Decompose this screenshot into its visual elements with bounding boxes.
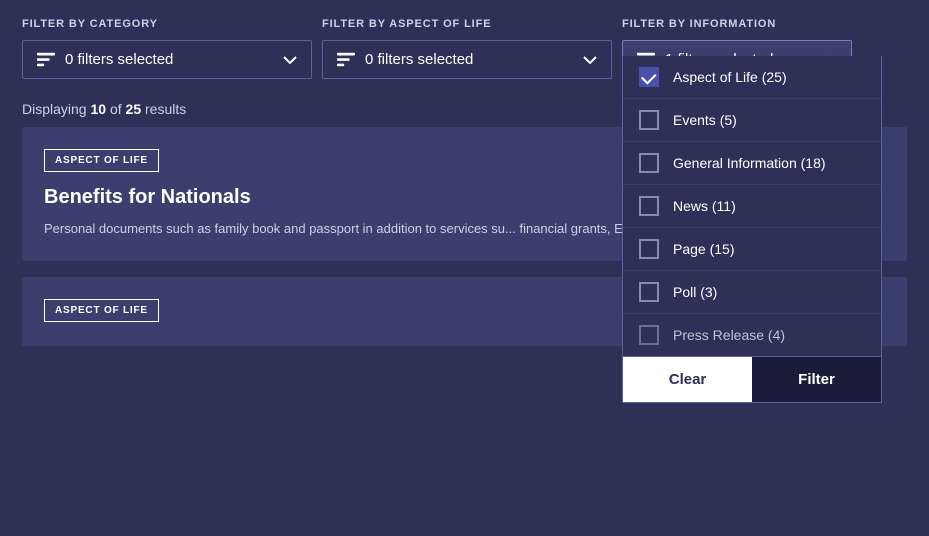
filter-aspect-dropdown[interactable]: 0 filters selected: [322, 40, 612, 79]
of-label: of: [106, 101, 125, 117]
filter-group-category: FILTER BY CATEGORY 0 filters selected: [22, 18, 312, 79]
dropdown-label-press-release: Press Release (4): [673, 327, 785, 344]
dropdown-label-events: Events (5): [673, 112, 737, 129]
chevron-down-icon: [283, 55, 297, 65]
dropdown-label-news: News (11): [673, 198, 736, 215]
filter-aspect-label: FILTER BY ASPECT OF LIFE: [322, 18, 612, 30]
checkbox-aspect-of-life[interactable]: [639, 67, 659, 87]
dropdown-label-poll: Poll (3): [673, 284, 717, 301]
information-dropdown-panel: Aspect of Life (25) Events (5) General I…: [622, 56, 882, 403]
dropdown-options-list: Aspect of Life (25) Events (5) General I…: [623, 56, 881, 356]
filter-icon-2: [337, 52, 355, 68]
checkbox-poll[interactable]: [639, 282, 659, 302]
checkbox-general-info[interactable]: [639, 153, 659, 173]
results-count: 10: [90, 101, 106, 117]
filter-icon: [37, 52, 55, 68]
dropdown-item-general-info[interactable]: General Information (18): [623, 142, 881, 185]
dropdown-item-aspect-of-life[interactable]: Aspect of Life (25): [623, 56, 881, 99]
clear-button[interactable]: Clear: [623, 357, 752, 402]
card-1-tag: ASPECT OF LIFE: [44, 149, 159, 172]
dropdown-label-page: Page (15): [673, 241, 734, 258]
card-2-tag: ASPECT OF LIFE: [44, 299, 159, 322]
results-total: 25: [126, 101, 142, 117]
dropdown-label-aspect-of-life: Aspect of Life (25): [673, 69, 787, 86]
chevron-down-icon-2: [583, 55, 597, 65]
dropdown-actions: Clear Filter: [623, 356, 881, 402]
filter-bar: FILTER BY CATEGORY 0 filters selected: [0, 0, 929, 79]
filter-info-label: FILTER BY INFORMATION: [622, 18, 852, 30]
page-wrapper: FILTER BY CATEGORY 0 filters selected: [0, 0, 929, 536]
filter-aspect-text: 0 filters selected: [365, 51, 573, 68]
checkbox-events[interactable]: [639, 110, 659, 130]
filter-category-text: 0 filters selected: [65, 51, 273, 68]
checkbox-press-release[interactable]: [639, 325, 659, 345]
filter-category-label: FILTER BY CATEGORY: [22, 18, 312, 30]
dropdown-item-poll[interactable]: Poll (3): [623, 271, 881, 314]
filter-group-information: FILTER BY INFORMATION 1 filters selected: [622, 18, 852, 79]
dropdown-item-events[interactable]: Events (5): [623, 99, 881, 142]
filter-group-aspect: FILTER BY ASPECT OF LIFE 0 filters selec…: [322, 18, 612, 79]
results-label: results: [141, 101, 186, 117]
dropdown-label-general-info: General Information (18): [673, 155, 826, 172]
checkbox-page[interactable]: [639, 239, 659, 259]
dropdown-item-page[interactable]: Page (15): [623, 228, 881, 271]
displaying-label: Displaying: [22, 101, 90, 117]
dropdown-item-news[interactable]: News (11): [623, 185, 881, 228]
checkbox-news[interactable]: [639, 196, 659, 216]
filter-category-dropdown[interactable]: 0 filters selected: [22, 40, 312, 79]
dropdown-item-press-release[interactable]: Press Release (4): [623, 314, 881, 356]
filter-button[interactable]: Filter: [752, 357, 881, 402]
